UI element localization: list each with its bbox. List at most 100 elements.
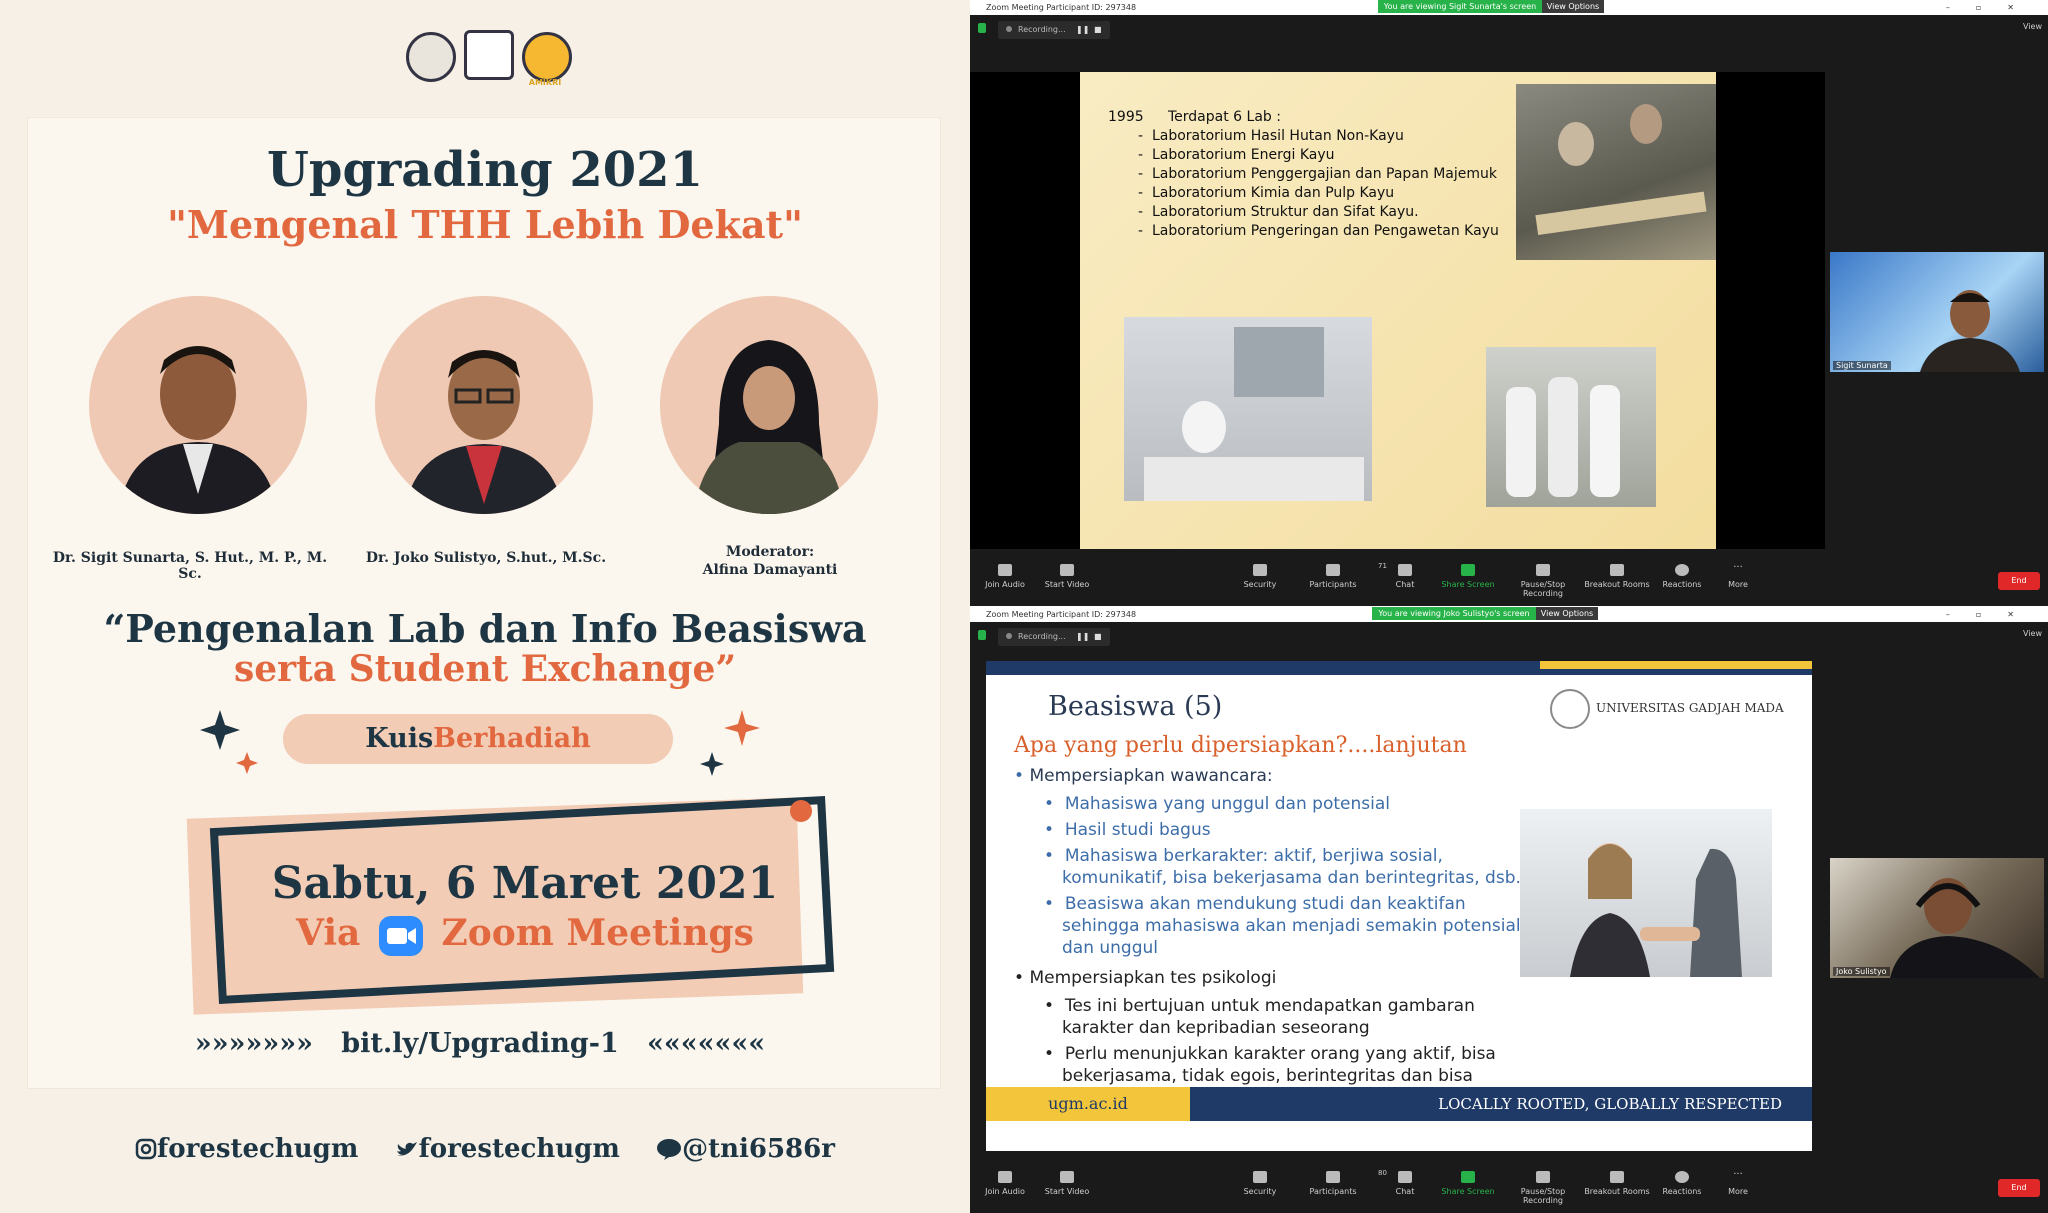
stop-icon[interactable]: ■: [1094, 628, 1102, 646]
share-screen-button[interactable]: Share Screen: [1433, 1171, 1503, 1196]
list-item: • Beasiswa akan mendukung studi dan keak…: [1044, 894, 1521, 958]
end-meeting-button[interactable]: End: [1998, 1179, 2040, 1197]
footer-tagline: LOCALLY ROOTED, GLOBALLY RESPECTED: [1438, 1095, 1782, 1113]
poster-subtitle: "Mengenal THH Lebih Dekat": [167, 202, 803, 247]
prize-label: Berhadiah: [433, 723, 591, 754]
view-button[interactable]: View: [2023, 629, 2042, 638]
view-options-button[interactable]: View Options: [1536, 607, 1598, 620]
chat-button[interactable]: Chat: [1370, 564, 1440, 589]
speaker-photo-2: [375, 296, 593, 514]
end-meeting-button[interactable]: End: [1998, 572, 2040, 590]
star-icon: [236, 752, 258, 774]
window-title: Zoom Meeting Participant ID: 297348: [986, 3, 1137, 12]
twitter-icon: [396, 1142, 417, 1156]
registration-link[interactable]: bit.ly/Upgrading-1: [341, 1028, 618, 1059]
pause-recording-button[interactable]: Pause/Stop Recording: [1500, 1171, 1586, 1205]
meeting-toolbar: Join Audio Start Video Security Particip…: [970, 1165, 2048, 1213]
participant-thumbnail[interactable]: Sigit Sunarta: [1830, 252, 2044, 372]
list-item: • Hasil studi bagus: [1044, 820, 1211, 840]
start-video-button[interactable]: Start Video: [1032, 1171, 1102, 1196]
share-screen-button[interactable]: Share Screen: [1433, 564, 1503, 589]
list-item: - Laboratorium Struktur dan Sifat Kayu.: [1138, 204, 1419, 220]
headphones-icon: [998, 1171, 1012, 1183]
stop-icon[interactable]: ■: [1094, 21, 1102, 39]
twitter-handle: forestechugm: [418, 1134, 620, 1164]
speaker-name-2: Dr. Joko Sulistyo, S.hut., M.Sc.: [365, 550, 607, 566]
headphones-icon: [998, 564, 1012, 576]
start-video-button[interactable]: Start Video: [1032, 564, 1102, 589]
pause-icon: [1536, 564, 1550, 576]
pause-recording-button[interactable]: Pause/Stop Recording: [1500, 564, 1586, 598]
association-logo-label: AMIKRI: [528, 78, 562, 87]
faculty-logo: [464, 30, 514, 80]
orange-dot: [790, 800, 812, 822]
slide-subtitle: Apa yang perlu dipersiapkan?....lanjutan: [1014, 733, 1467, 758]
video-off-icon: [1060, 564, 1074, 576]
more-button[interactable]: ··· More: [1703, 563, 1773, 590]
participants-icon: [1326, 1171, 1340, 1183]
lab-list: - Laboratorium Hasil Hutan Non-Kayu - La…: [1138, 127, 1508, 241]
university-name: UNIVERSITAS GADJAH MADA: [1596, 701, 1784, 715]
smile-icon: [1675, 1171, 1689, 1183]
star-icon: [700, 752, 724, 776]
slide-labs: 1995 Terdapat 6 Lab : - Laboratorium Has…: [1080, 72, 1716, 549]
pause-icon: [1536, 1171, 1550, 1183]
speaker-name-1: Dr. Sigit Sunarta, S. Hut., M. P., M. Sc…: [52, 550, 328, 582]
via-label: Via: [296, 912, 361, 954]
lab-photo-room: [1124, 317, 1372, 501]
via-zoom: Via Zoom Meetings: [0, 912, 970, 956]
window-title: Zoom Meeting Participant ID: 297348: [986, 610, 1137, 619]
participant-name: Sigit Sunarta: [1833, 361, 1891, 370]
shield-icon: [978, 630, 986, 640]
join-audio-button[interactable]: Join Audio: [970, 564, 1040, 589]
shield-icon: [1253, 1171, 1267, 1183]
lab-photo-team: [1486, 347, 1656, 507]
slide-title: Beasiswa (5): [1048, 691, 1223, 722]
shield-icon: [978, 23, 986, 33]
view-options-button[interactable]: View Options: [1542, 0, 1604, 13]
breakout-rooms-button[interactable]: Breakout Rooms: [1582, 564, 1652, 589]
zoom-icon: [378, 916, 423, 956]
zoom-window-1: Zoom Meeting Participant ID: 297348 –▫✕ …: [970, 0, 2048, 606]
list-item: • Mahasiswa yang unggul dan potensial: [1044, 794, 1390, 814]
security-button[interactable]: Security: [1225, 564, 1295, 589]
breakout-rooms-button[interactable]: Breakout Rooms: [1582, 1171, 1652, 1196]
event-poster: AMIKRI Upgrading 2021 "Mengenal THH Lebi…: [0, 0, 970, 1213]
association-logo: [522, 32, 572, 82]
grid-icon: [1610, 564, 1624, 576]
more-button[interactable]: ··· More: [1703, 1170, 1773, 1197]
join-audio-button[interactable]: Join Audio: [970, 1171, 1040, 1196]
chat-icon: [1398, 1171, 1412, 1183]
moderator-role: Moderator:: [725, 544, 815, 560]
view-button[interactable]: View: [2023, 22, 2042, 31]
list-item: • Mempersiapkan wawancara:: [1014, 766, 1273, 786]
video-off-icon: [1060, 1171, 1074, 1183]
list-item: • Mahasiswa berkarakter: aktif, berjiwa …: [1044, 846, 1521, 888]
topic-line-2: serta Student Exchange”: [233, 648, 737, 690]
topic-line-1: “Pengenalan Lab dan Info Beasiswa: [103, 606, 867, 651]
instagram-handle: forestechugm: [157, 1134, 359, 1164]
viewing-banner: You are viewing Sigit Sunarta's screen: [1378, 0, 1542, 13]
bullet-list: • Mempersiapkan wawancara: • Mahasiswa y…: [1014, 765, 1534, 1109]
list-item: - Laboratorium Kimia dan Pulp Kayu: [1138, 185, 1395, 201]
participants-button[interactable]: Participants: [1298, 1171, 1368, 1196]
participants-button[interactable]: Participants: [1298, 564, 1368, 589]
participant-thumbnail[interactable]: Joko Sulistyo: [1830, 858, 2044, 978]
slide-scholarship: Beasiswa (5) UNIVERSITAS GADJAH MADA Apa…: [986, 661, 1812, 1151]
viewing-banner: You are viewing Joko Sulistyo's screen: [1372, 607, 1536, 620]
arrows-right: «««««««: [646, 1028, 766, 1059]
pause-icon[interactable]: ❚❚: [1076, 628, 1089, 646]
list-item: - Laboratorium Penggergajian dan Papan M…: [1138, 166, 1498, 182]
share-screen-icon: [1461, 564, 1475, 576]
poster-title: Upgrading 2021: [267, 142, 703, 198]
pause-icon[interactable]: ❚❚: [1076, 21, 1089, 39]
registration-link-row: »»»»»»» bit.ly/Upgrading-1 «««««««: [0, 1028, 960, 1059]
event-date: Sabtu, 6 Maret 2021: [271, 858, 779, 909]
chat-button[interactable]: Chat: [1370, 1171, 1440, 1196]
recording-label: Recording...: [1018, 25, 1066, 34]
social-handles: forestechugm forestechugm @tni6586r: [0, 1134, 970, 1164]
security-button[interactable]: Security: [1225, 1171, 1295, 1196]
list-item: • Mempersiapkan tes psikologi: [1014, 968, 1277, 988]
star-icon: [724, 710, 760, 746]
handshake-photo: [1520, 809, 1772, 977]
